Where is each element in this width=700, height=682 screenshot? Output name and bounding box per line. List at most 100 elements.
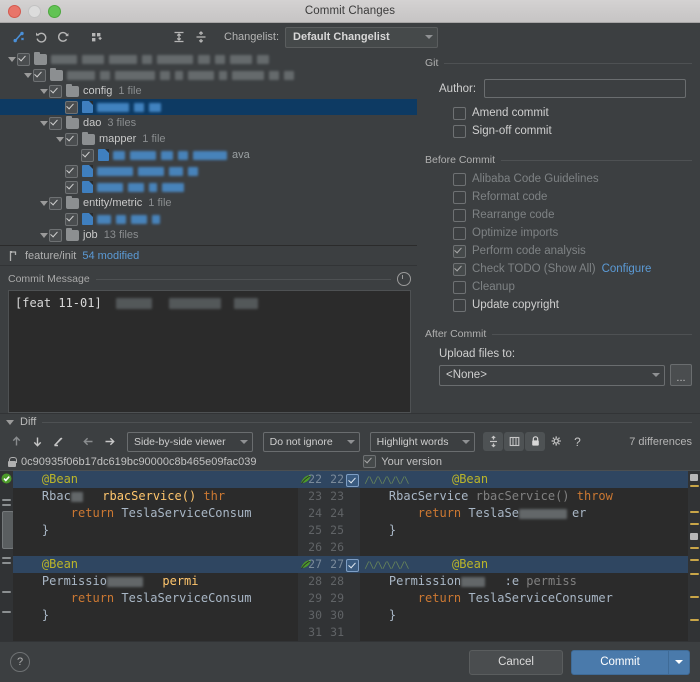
include-change-checkbox[interactable] — [346, 474, 359, 487]
configure-link[interactable]: Configure — [602, 263, 652, 275]
before-commit-item-5[interactable]: Check TODO (Show All)Configure — [453, 260, 692, 278]
before-commit-checkbox — [453, 209, 466, 222]
code-token: permiss — [526, 574, 577, 588]
folder-icon — [66, 118, 79, 129]
file-checkbox[interactable] — [49, 117, 62, 130]
dao-folder[interactable]: dao3 files — [0, 115, 417, 131]
file-checkbox[interactable] — [65, 165, 78, 178]
code-token: return — [71, 506, 114, 520]
commit-button[interactable]: Commit — [571, 650, 669, 675]
changelist-dropdown[interactable]: Default Changelist — [285, 27, 438, 48]
mapper-folder[interactable]: mapper1 file — [0, 131, 417, 147]
main-split: config1 file dao3 filesmapper1 fileava ent… — [0, 51, 700, 413]
arrow-up-icon[interactable] — [6, 432, 26, 451]
diff-right-pane[interactable]: /\/\/\/\/\ @Bean RbacService rbacService… — [360, 471, 688, 641]
before-commit-item-1[interactable]: Reformat code — [453, 188, 692, 206]
expand-arrow-icon[interactable] — [54, 134, 65, 145]
dao-file-3[interactable] — [0, 179, 417, 195]
job-folder[interactable]: job13 files — [0, 227, 417, 243]
refresh-tracked-icon[interactable] — [8, 26, 30, 48]
diff-panes: @Bean Rbac rbacService() thr return Tesl… — [0, 470, 700, 641]
browse-button[interactable]: ... — [670, 364, 692, 386]
before-commit-item-4[interactable]: Perform code analysis — [453, 242, 692, 260]
cancel-button[interactable]: Cancel — [469, 650, 563, 675]
expand-arrow-icon[interactable] — [38, 230, 49, 241]
upload-target-dropdown[interactable]: <None> — [439, 365, 665, 386]
root-node[interactable] — [0, 51, 417, 67]
changed-files-tree[interactable]: config1 file dao3 filesmapper1 fileava ent… — [0, 51, 417, 246]
file-checkbox[interactable] — [49, 85, 62, 98]
right-change-markers[interactable] — [688, 471, 700, 641]
file-checkbox[interactable] — [65, 133, 78, 146]
viewer-mode-dropdown[interactable]: Side-by-side viewer — [127, 432, 253, 452]
your-version-checkbox[interactable] — [363, 455, 376, 468]
code-token: } — [13, 523, 49, 537]
file-checkbox[interactable] — [49, 229, 62, 242]
file-checkbox[interactable] — [49, 197, 62, 210]
expand-arrow-icon[interactable] — [38, 118, 49, 129]
code-token — [13, 591, 71, 605]
arrow-down-icon[interactable] — [27, 432, 47, 451]
file-checkbox[interactable] — [81, 149, 94, 162]
commit-options-button[interactable] — [669, 650, 690, 675]
expand-all-icon[interactable] — [168, 26, 190, 48]
file-checkbox[interactable] — [65, 101, 78, 114]
entity-metric-file[interactable] — [0, 211, 417, 227]
author-field[interactable] — [484, 79, 686, 98]
diff-legend[interactable]: Diff — [0, 414, 700, 430]
window-controls[interactable] — [8, 5, 61, 18]
left-change-markers[interactable] — [0, 471, 13, 641]
commit-message-input[interactable]: [feat 11-01] — [8, 290, 411, 413]
arrow-right-icon[interactable] — [99, 432, 119, 451]
diff-line: Permissio permi — [13, 573, 298, 590]
amend-commit-checkbox[interactable]: Amend commit — [453, 104, 692, 122]
gear-icon[interactable] — [546, 432, 566, 451]
ignore-mode-dropdown[interactable]: Do not ignore — [263, 432, 360, 452]
config-folder[interactable]: config1 file — [0, 83, 417, 99]
expand-arrow-icon[interactable] — [38, 86, 49, 97]
collapse-unchanged-icon[interactable] — [483, 432, 503, 451]
rollback-icon[interactable] — [30, 26, 52, 48]
include-change-checkbox[interactable] — [346, 559, 359, 572]
before-commit-label: Perform code analysis — [472, 245, 586, 257]
module-node[interactable] — [0, 67, 417, 83]
help-button[interactable]: ? — [10, 652, 30, 672]
diff-line — [360, 624, 688, 641]
question-icon[interactable]: ? — [567, 432, 587, 451]
sign-off-commit-checkbox[interactable]: Sign-off commit — [453, 122, 692, 140]
maximize-window-button[interactable] — [48, 5, 61, 18]
config-file[interactable] — [0, 99, 417, 115]
arrow-left-icon[interactable] — [78, 432, 98, 451]
close-window-button[interactable] — [8, 5, 21, 18]
dao-file-2[interactable] — [0, 163, 417, 179]
expand-arrow-icon[interactable] — [22, 70, 33, 81]
show-whitespace-icon[interactable] — [504, 432, 524, 451]
before-commit-item-2[interactable]: Rearrange code — [453, 206, 692, 224]
diff-left-pane[interactable]: @Bean Rbac rbacService() thr return Tesl… — [13, 471, 298, 641]
before-commit-item-7[interactable]: Update copyright — [453, 296, 692, 314]
git-group-header: Git — [425, 57, 692, 69]
group-by-icon[interactable] — [86, 26, 108, 48]
before-commit-item-0[interactable]: Alibaba Code Guidelines — [453, 170, 692, 188]
clock-icon[interactable] — [397, 272, 411, 286]
entity-metric-folder[interactable]: entity/metric1 file — [0, 195, 417, 211]
collapse-all-icon[interactable] — [190, 26, 212, 48]
code-token: TeslaServiceConsum — [114, 506, 251, 520]
minimize-window-button[interactable] — [28, 5, 41, 18]
right-line-number: 25 — [330, 522, 344, 539]
file-checkbox[interactable] — [33, 69, 46, 82]
file-checkbox[interactable] — [65, 181, 78, 194]
lock-icon[interactable] — [525, 432, 545, 451]
highlight-mode-dropdown[interactable]: Highlight words — [370, 432, 476, 452]
refresh-icon[interactable] — [52, 26, 74, 48]
file-checkbox[interactable] — [17, 53, 30, 66]
commit-message-label: Commit Message — [8, 273, 90, 285]
file-checkbox[interactable] — [65, 213, 78, 226]
expand-arrow-icon[interactable] — [6, 54, 17, 65]
before-commit-item-6[interactable]: Cleanup — [453, 278, 692, 296]
expand-arrow-icon[interactable] — [38, 198, 49, 209]
before-commit-item-3[interactable]: Optimize imports — [453, 224, 692, 242]
pencil-icon[interactable] — [48, 432, 68, 451]
code-token: @Bean — [452, 472, 488, 486]
mapper-file-1[interactable]: ava — [0, 147, 417, 163]
